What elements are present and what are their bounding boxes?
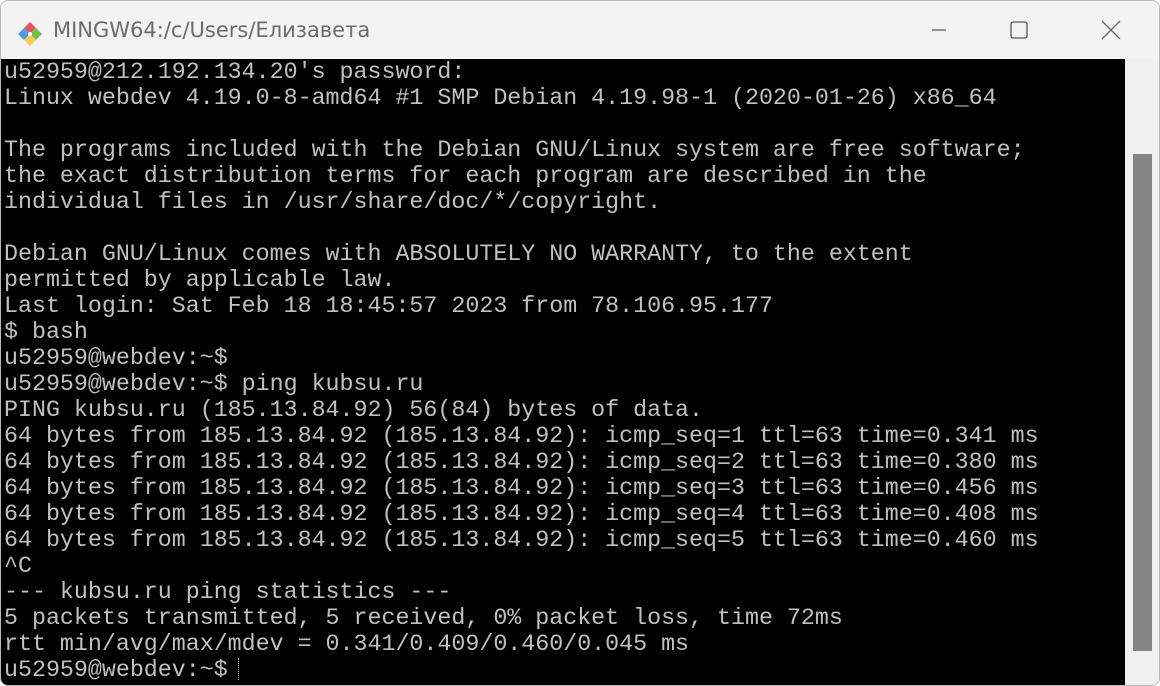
terminal-line: 5 packets transmitted, 5 received, 0% pa…: [4, 605, 843, 631]
terminal-line: the exact distribution terms for each pr…: [4, 163, 927, 189]
terminal-line: 64 bytes from 185.13.84.92 (185.13.84.92…: [4, 527, 1039, 553]
terminal-line: 64 bytes from 185.13.84.92 (185.13.84.92…: [4, 475, 1039, 501]
terminal-line: ^C: [4, 553, 32, 579]
terminal-line: PING kubsu.ru (185.13.84.92) 56(84) byte…: [4, 397, 704, 423]
terminal-line: --- kubsu.ru ping statistics ---: [4, 579, 452, 605]
terminal-line: u52959@webdev:~$ ping kubsu.ru: [4, 371, 424, 397]
terminal-line: individual files in /usr/share/doc/*/cop…: [4, 189, 662, 215]
terminal-output[interactable]: u52959@212.192.134.20's password: Linux w…: [1, 59, 1125, 685]
terminal-line: $ bash: [4, 319, 88, 345]
terminal-line: permitted by applicable law.: [4, 267, 396, 293]
terminal-line: Debian GNU/Linux comes with ABSOLUTELY N…: [4, 241, 913, 267]
minimize-icon: [932, 29, 946, 31]
maximize-icon: [1010, 21, 1028, 39]
terminal-line: u52959@212.192.134.20's password:: [4, 59, 466, 85]
terminal-line: 64 bytes from 185.13.84.92 (185.13.84.92…: [4, 449, 1039, 475]
prompt: u52959@webdev:~$: [4, 657, 228, 683]
terminal-line: 64 bytes from 185.13.84.92 (185.13.84.92…: [4, 423, 1039, 449]
close-icon: [1101, 20, 1121, 40]
terminal-lines: u52959@212.192.134.20's password: Linux w…: [1, 59, 1125, 683]
terminal-line: Last login: Sat Feb 18 18:45:57 2023 fro…: [4, 293, 773, 319]
text-cursor: [237, 658, 240, 680]
window-title: MINGW64:/c/Users/Елизавета: [53, 18, 371, 42]
git-bash-icon: [18, 22, 42, 46]
terminal-line: 64 bytes from 185.13.84.92 (185.13.84.92…: [4, 501, 1039, 527]
title-bar[interactable]: MINGW64:/c/Users/Елизавета: [1, 1, 1159, 59]
minimize-button[interactable]: [899, 1, 979, 59]
terminal-window: MINGW64:/c/Users/Елизавета u52959@212.19…: [0, 0, 1160, 686]
terminal-line: u52959@webdev:~$: [4, 345, 228, 371]
close-button[interactable]: [1071, 1, 1151, 59]
terminal-line: The programs included with the Debian GN…: [4, 137, 1025, 163]
prompt-line[interactable]: u52959@webdev:~$: [4, 657, 1125, 683]
scrollbar[interactable]: [1125, 59, 1159, 685]
maximize-button[interactable]: [979, 1, 1059, 59]
terminal-line: rtt min/avg/max/mdev = 0.341/0.409/0.460…: [4, 631, 690, 657]
terminal-line: Linux webdev 4.19.0-8-amd64 #1 SMP Debia…: [4, 85, 997, 111]
scrollbar-thumb[interactable]: [1133, 154, 1152, 651]
